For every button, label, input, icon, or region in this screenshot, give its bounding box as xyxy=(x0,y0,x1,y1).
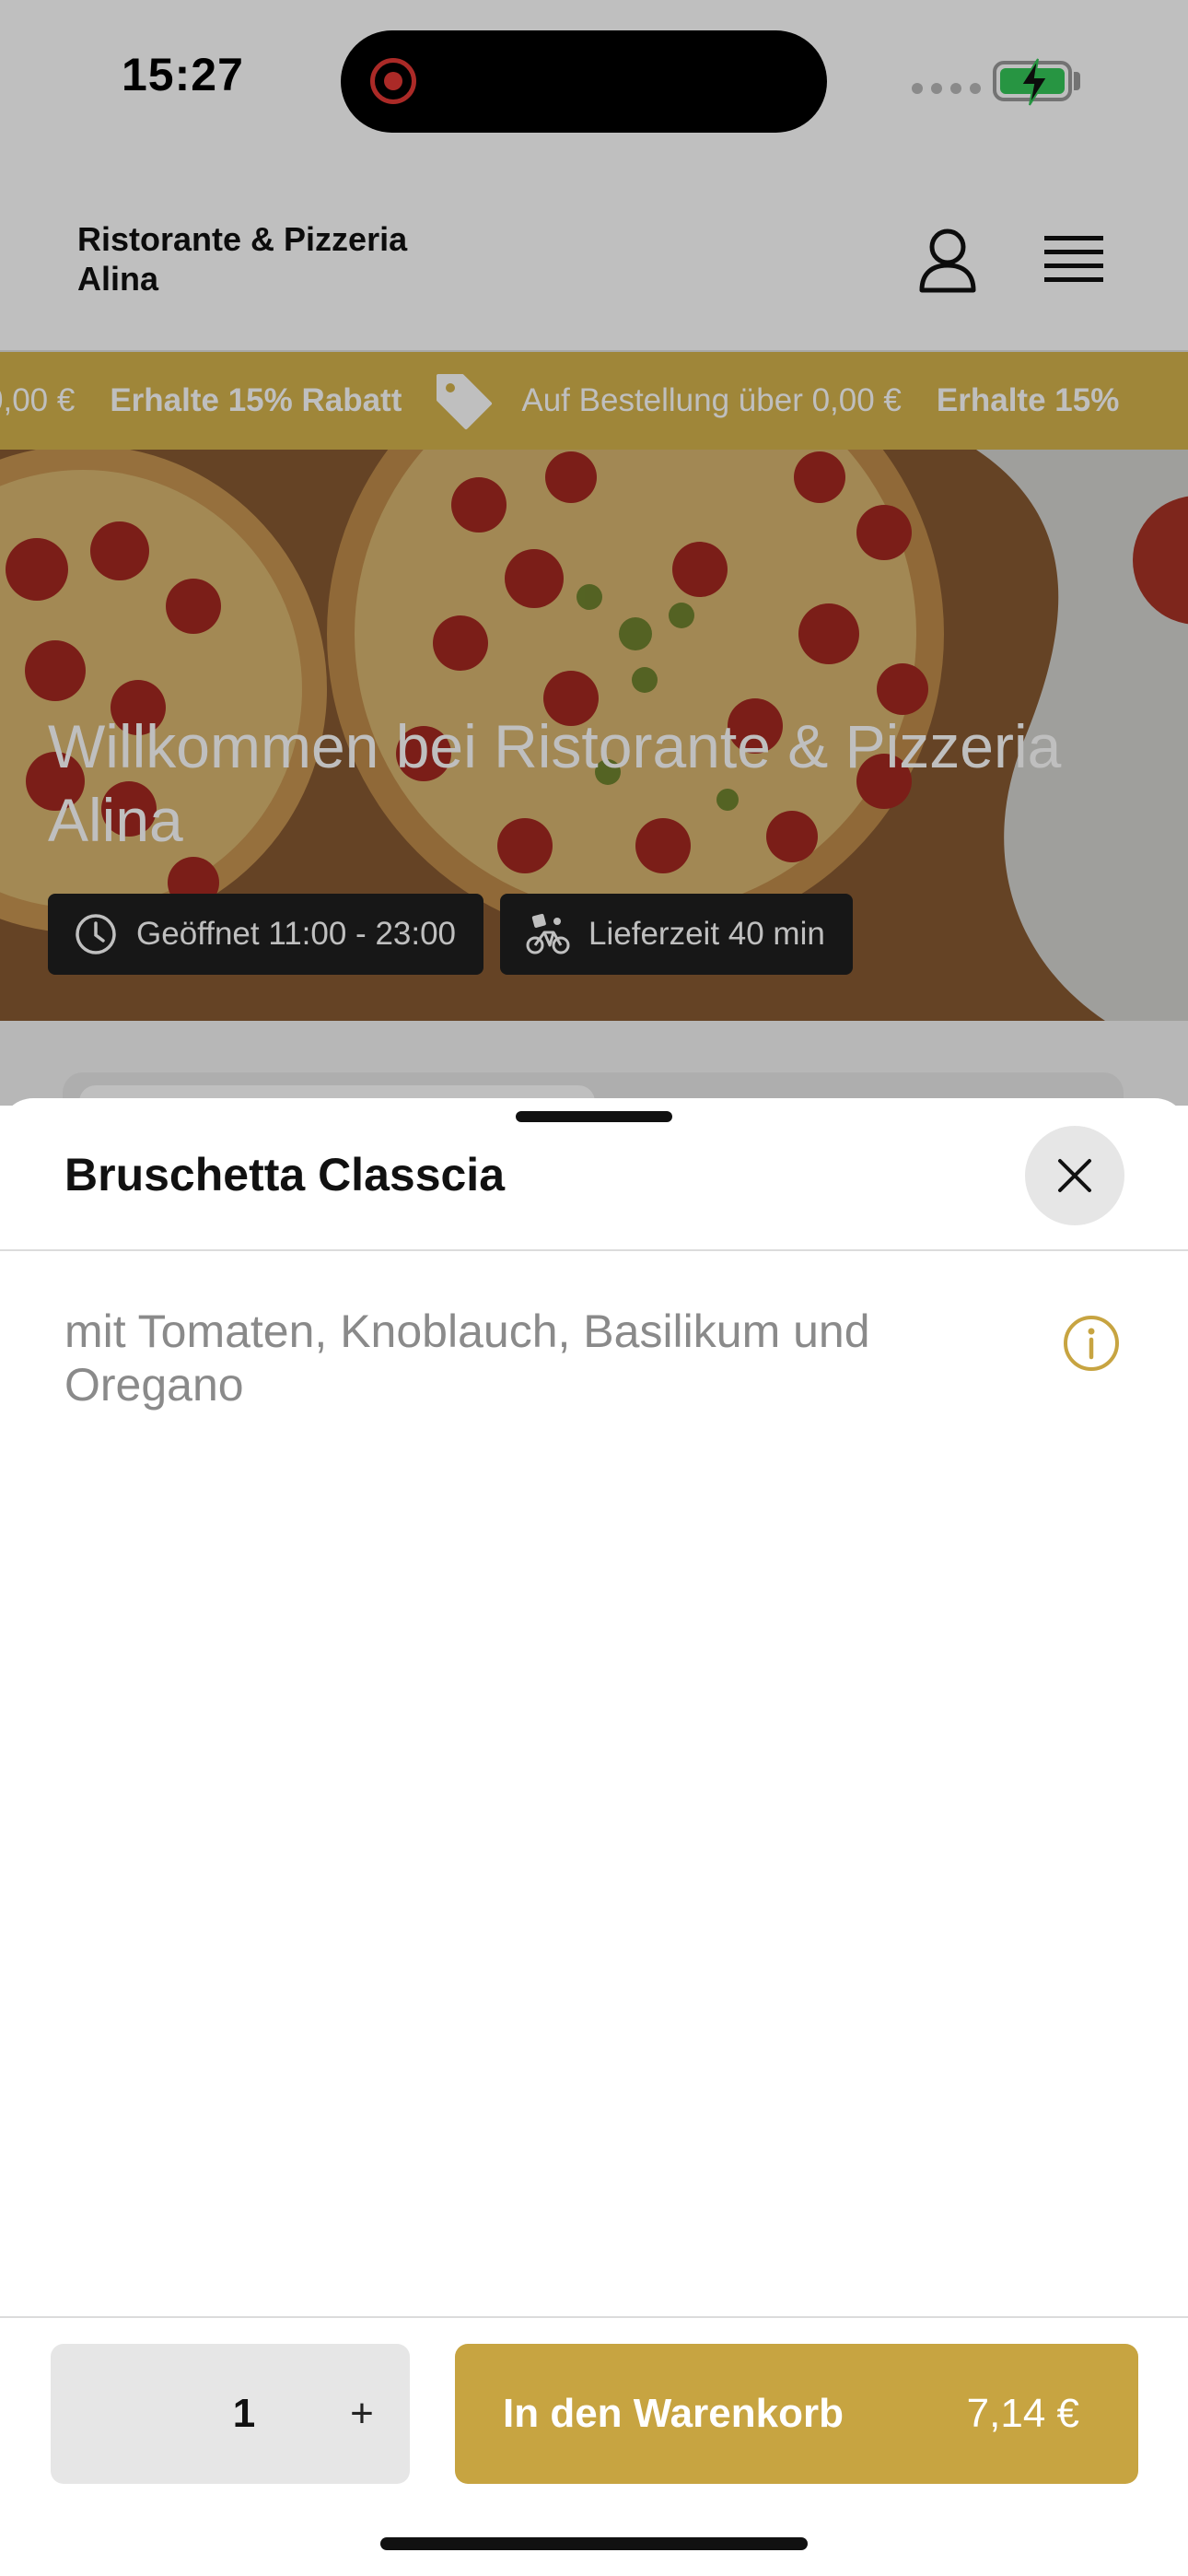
background-page: 15:27 Ristorante & Pizzeria Alina 0,00 € xyxy=(0,0,1188,1106)
modal-backdrop[interactable] xyxy=(0,0,1188,1106)
product-price: 7,14 € xyxy=(966,2391,1079,2436)
add-to-cart-button[interactable]: In den Warenkorb 7,14 € xyxy=(455,2344,1138,2484)
sheet-grabber[interactable] xyxy=(516,1111,672,1122)
product-title: Bruschetta Classcia xyxy=(64,1149,506,1200)
sheet-header: Bruschetta Classcia xyxy=(0,1098,1188,1251)
close-button[interactable] xyxy=(1025,1126,1124,1225)
product-description: mit Tomaten, Knoblauch, Basilikum und Or… xyxy=(64,1306,870,1411)
quantity-stepper: 1 + xyxy=(51,2344,410,2484)
close-icon xyxy=(1058,1159,1091,1192)
product-sheet: Bruschetta Classcia mit Tomaten, Knoblau… xyxy=(0,1098,1188,2576)
quantity-value: 1 xyxy=(232,2391,256,2436)
info-icon[interactable] xyxy=(1062,1314,1121,1373)
increase-quantity-button[interactable]: + xyxy=(327,2379,397,2449)
home-indicator[interactable] xyxy=(380,2537,808,2550)
add-to-cart-label: In den Warenkorb xyxy=(503,2391,844,2436)
